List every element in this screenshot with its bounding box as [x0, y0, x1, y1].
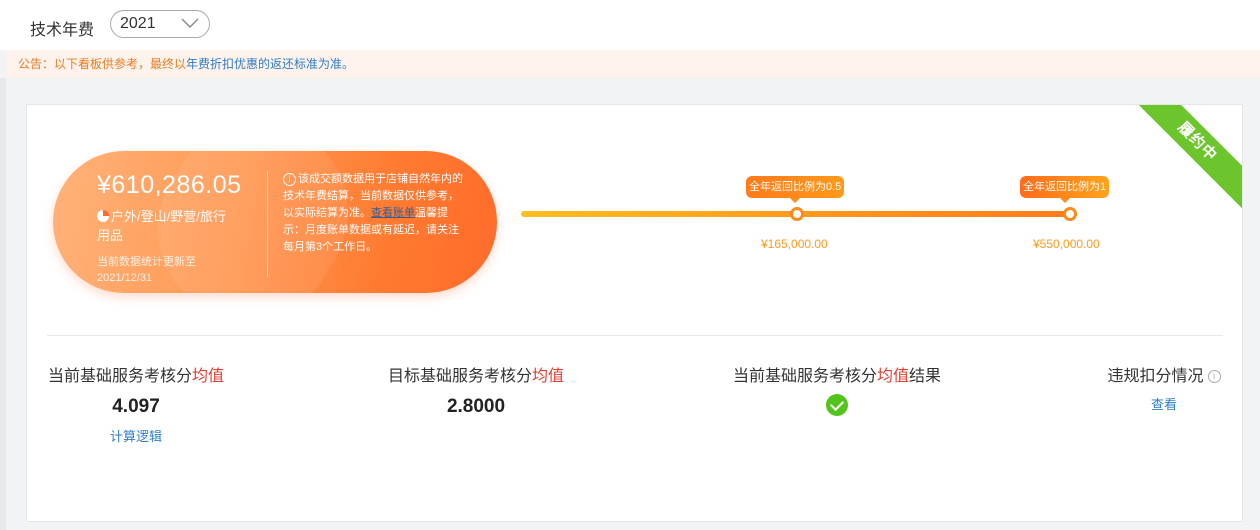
notice-bar: 公告：以下看板供参考，最终以年费折扣优惠的返还标准为准。 — [6, 50, 1260, 78]
top-bar: 技术年费 2021 — [0, 0, 1260, 50]
pie-icon — [97, 210, 109, 222]
turnover-amount: ¥610,286.05 — [97, 171, 242, 199]
metric-label: 当前基础服务考核分均值 — [47, 362, 225, 386]
update-time: 当前数据统计更新至 2021/12/31 — [97, 254, 196, 286]
label-prefix: 当前基础服务考核分 — [732, 368, 877, 385]
label-highlight: 均值 — [532, 368, 565, 385]
metric-violation: 违规扣分情况 i 查看 — [1099, 362, 1229, 413]
summary-pill: ¥610,286.05 户外/登山/野营/旅行用品 当前数据统计更新至 2021… — [53, 151, 497, 293]
label-prefix: 目标基础服务考核分 — [387, 368, 532, 385]
info-circle-icon[interactable]: i — [1207, 370, 1221, 383]
check-icon — [826, 394, 848, 416]
label-prefix: 当前基础服务考核分 — [47, 368, 192, 385]
metric-avg-result: 当前基础服务考核分均值结果 — [727, 362, 947, 416]
annual-fee-card: 履约中 ¥610,286.05 户外/登山/野营/旅行用品 当前数据统计更新至 … — [26, 104, 1243, 522]
view-violation-link[interactable]: 查看 — [1099, 394, 1229, 413]
metric-value: 4.097 — [112, 396, 160, 417]
metric-label: 违规扣分情况 i — [1099, 362, 1229, 386]
left-edge-panel — [0, 78, 6, 530]
tier-threshold-1: ¥165,000.00 — [761, 237, 828, 251]
year-select-value: 2021 — [120, 15, 156, 32]
tier-node-2 — [1063, 207, 1077, 221]
info-block: i 该成交额数据用于店铺自然年内的技术年费结算，当前数据仅供参考，以实际结算为准。… — [283, 171, 468, 256]
label-suffix: 结果 — [909, 368, 942, 385]
update-time-date: 2021/12/31 — [97, 272, 153, 284]
update-time-label: 当前数据统计更新至 — [97, 256, 196, 268]
label-highlight: 均值 — [876, 368, 909, 385]
status-ribbon: 履约中 — [1126, 105, 1242, 213]
violation-label: 违规扣分情况 — [1107, 368, 1204, 385]
year-select[interactable]: 2021 — [110, 10, 210, 38]
page-title: 技术年费 — [30, 22, 95, 39]
category-text: 户外/登山/野营/旅行用品 — [97, 209, 226, 243]
tier-threshold-2: ¥550,000.00 — [1033, 237, 1100, 251]
section-divider — [47, 335, 1223, 336]
tier-bubble-2: 全年返回比例为1 — [1020, 176, 1110, 203]
category-label: 户外/登山/野营/旅行用品 — [97, 207, 237, 245]
notice-link[interactable]: 年费折扣优惠的返还标准为准。 — [186, 57, 354, 71]
view-bill-link[interactable]: 查看账单 — [371, 207, 415, 219]
tier-node-1 — [790, 207, 804, 221]
metric-current-avg: 当前基础服务考核分均值 4.097 计算逻辑 — [47, 362, 225, 445]
pill-divider — [267, 171, 268, 277]
metric-value: 2.8000 — [446, 396, 506, 417]
metric-label: 当前基础服务考核分均值结果 — [727, 362, 947, 386]
metric-target-avg: 目标基础服务考核分均值 2.8000 — [387, 362, 565, 418]
info-icon: i — [283, 173, 296, 186]
metric-label: 目标基础服务考核分均值 — [387, 362, 565, 386]
calc-logic-link[interactable]: 计算逻辑 — [47, 426, 225, 445]
tier-bubble-1: 全年返回比例为0.5 — [746, 176, 845, 203]
label-highlight: 均值 — [192, 368, 225, 385]
chevron-down-icon — [181, 18, 199, 28]
notice-text: 公告：以下看板供参考，最终以 — [18, 57, 187, 71]
